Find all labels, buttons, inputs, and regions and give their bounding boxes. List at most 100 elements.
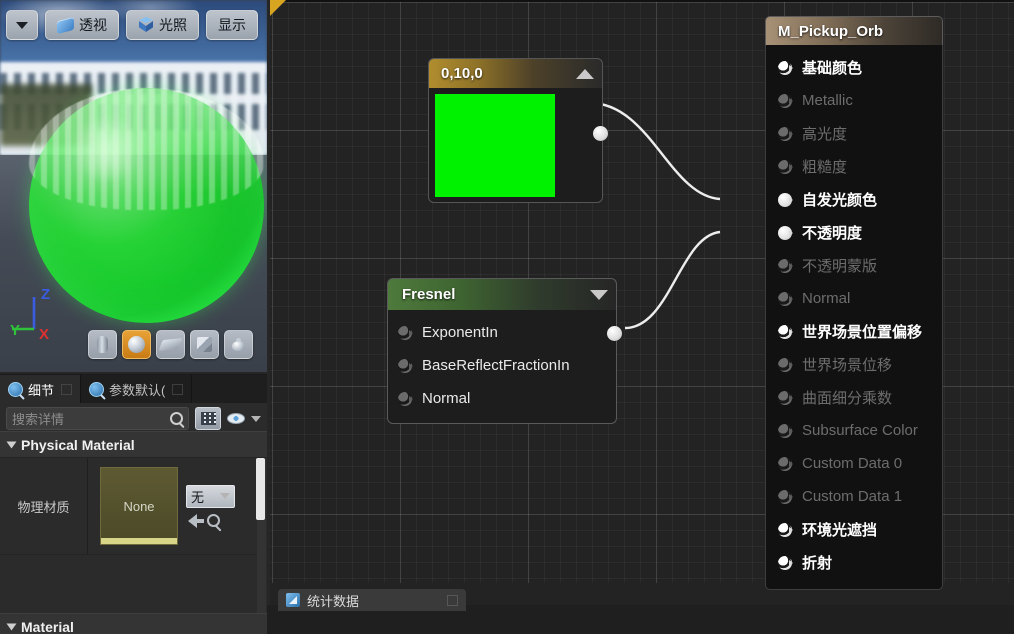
material-input-pin-label: Custom Data 1 bbox=[802, 488, 902, 505]
chevron-down-icon[interactable] bbox=[251, 416, 261, 422]
input-pin-icon[interactable] bbox=[778, 391, 793, 405]
details-search-row: 搜索详情 bbox=[0, 403, 267, 431]
input-pin-icon[interactable] bbox=[398, 326, 413, 340]
preview-shape-cylinder[interactable] bbox=[88, 330, 117, 359]
material-input-pin-row[interactable]: Custom Data 0 bbox=[766, 447, 942, 480]
input-pin-icon[interactable] bbox=[778, 61, 793, 75]
physical-material-thumbnail[interactable]: None bbox=[100, 467, 178, 545]
preview-shape-cube[interactable] bbox=[190, 330, 219, 359]
cube-icon bbox=[138, 17, 154, 33]
material-input-pin-row[interactable]: 基础颜色 bbox=[766, 51, 942, 84]
material-input-pin-row[interactable]: Custom Data 1 bbox=[766, 480, 942, 513]
material-input-pin-row[interactable]: 曲面细分乘数 bbox=[766, 381, 942, 414]
left-column: 透视 光照 显示 Z Y X bbox=[0, 0, 270, 605]
material-input-pin-label: 不透明蒙版 bbox=[802, 255, 877, 276]
statistics-tab[interactable]: 统计数据 bbox=[278, 589, 466, 611]
lighting-label: 光照 bbox=[159, 15, 187, 35]
details-view-options-button[interactable] bbox=[195, 407, 221, 430]
material-input-pin-row[interactable]: 自发光颜色 bbox=[766, 183, 942, 216]
fresnel-input-basereflectfractionin[interactable]: BaseReflectFractionIn bbox=[388, 349, 616, 382]
material-preview-viewport[interactable]: 透视 光照 显示 Z Y X bbox=[0, 0, 267, 372]
perspective-button[interactable]: 透视 bbox=[45, 10, 119, 40]
node-constant-output-pin[interactable] bbox=[593, 126, 608, 141]
input-pin-icon[interactable] bbox=[778, 325, 793, 339]
viewport-toolbar: 透视 光照 显示 bbox=[6, 10, 258, 40]
show-button[interactable]: 显示 bbox=[206, 10, 258, 40]
input-pin-icon[interactable] bbox=[778, 556, 793, 570]
input-pin-icon[interactable] bbox=[778, 160, 793, 174]
input-pin-icon[interactable] bbox=[778, 358, 793, 372]
node-fresnel-header[interactable]: Fresnel bbox=[387, 278, 617, 310]
input-pin-icon[interactable] bbox=[778, 226, 793, 240]
material-input-pin-row[interactable]: 世界场景位置偏移 bbox=[766, 315, 942, 348]
material-input-pin-row[interactable]: Metallic bbox=[766, 84, 942, 117]
node-material-pin-list: 基础颜色Metallic高光度粗糙度自发光颜色不透明度不透明蒙版Normal世界… bbox=[765, 45, 943, 590]
fresnel-input-exponentin[interactable]: ExponentIn bbox=[388, 316, 616, 349]
material-input-pin-row[interactable]: 高光度 bbox=[766, 117, 942, 150]
input-pin-icon[interactable] bbox=[778, 193, 793, 207]
browse-asset-icon[interactable] bbox=[207, 514, 220, 527]
physical-material-asset-actions bbox=[186, 514, 235, 528]
material-input-pin-row[interactable]: Subsurface Color bbox=[766, 414, 942, 447]
material-input-pin-row[interactable]: 粗糙度 bbox=[766, 150, 942, 183]
sphere-icon bbox=[128, 336, 145, 353]
physical-material-controls: 无 bbox=[186, 485, 235, 528]
material-input-pin-label: Custom Data 0 bbox=[802, 455, 902, 472]
close-icon[interactable] bbox=[172, 384, 183, 395]
chevron-down-icon[interactable] bbox=[590, 290, 608, 300]
tab-details-label: 细节 bbox=[28, 380, 54, 399]
input-pin-icon[interactable] bbox=[398, 359, 413, 373]
preview-shape-sphere[interactable] bbox=[122, 330, 151, 359]
input-pin-icon[interactable] bbox=[778, 424, 793, 438]
perspective-icon bbox=[57, 16, 74, 33]
search-icon bbox=[170, 412, 183, 425]
node-fresnel[interactable]: Fresnel ExponentIn BaseReflectFractionIn… bbox=[387, 278, 617, 424]
material-input-pin-row[interactable]: 折射 bbox=[766, 546, 942, 579]
close-icon[interactable] bbox=[61, 384, 72, 395]
viewport-options-dropdown[interactable] bbox=[6, 10, 38, 40]
details-scrollbar-track[interactable] bbox=[257, 458, 266, 634]
physical-material-dropdown[interactable]: 无 bbox=[186, 485, 235, 508]
input-pin-icon[interactable] bbox=[778, 259, 793, 273]
section-physical-material[interactable]: Physical Material bbox=[0, 431, 267, 458]
material-editor-window: 透视 光照 显示 Z Y X bbox=[0, 0, 1014, 605]
preview-shape-teapot[interactable] bbox=[224, 330, 253, 359]
svg-text:Y: Y bbox=[10, 322, 20, 339]
close-icon[interactable] bbox=[447, 595, 458, 606]
use-selected-asset-icon[interactable] bbox=[188, 514, 197, 528]
grid-icon bbox=[201, 412, 216, 425]
input-pin-icon[interactable] bbox=[778, 523, 793, 537]
node-fresnel-body: ExponentIn BaseReflectFractionIn Normal bbox=[387, 310, 617, 424]
material-input-pin-row[interactable]: 不透明蒙版 bbox=[766, 249, 942, 282]
input-pin-icon[interactable] bbox=[778, 127, 793, 141]
input-pin-icon[interactable] bbox=[778, 457, 793, 471]
input-pin-icon[interactable] bbox=[398, 392, 413, 406]
lighting-button[interactable]: 光照 bbox=[126, 10, 199, 40]
node-material-title: M_Pickup_Orb bbox=[778, 23, 883, 40]
node-fresnel-output-pin[interactable] bbox=[607, 326, 622, 341]
node-constant-color[interactable]: 0,10,0 bbox=[428, 58, 603, 203]
node-material-header[interactable]: M_Pickup_Orb bbox=[765, 16, 943, 45]
input-pin-icon[interactable] bbox=[778, 94, 793, 108]
fresnel-input-normal[interactable]: Normal bbox=[388, 382, 616, 415]
material-input-pin-label: 基础颜色 bbox=[802, 57, 862, 78]
material-input-pin-row[interactable]: 世界场景位移 bbox=[766, 348, 942, 381]
preview-shape-plane[interactable] bbox=[156, 330, 185, 359]
node-constant-header[interactable]: 0,10,0 bbox=[428, 58, 603, 88]
material-input-pin-row[interactable]: 不透明度 bbox=[766, 216, 942, 249]
search-input[interactable]: 搜索详情 bbox=[6, 407, 189, 430]
tab-details[interactable]: 细节 bbox=[0, 375, 81, 403]
material-input-pin-label: 折射 bbox=[802, 552, 832, 573]
details-scrollbar-thumb[interactable] bbox=[256, 458, 265, 520]
tab-parameter-defaults[interactable]: 参数默认( bbox=[81, 375, 192, 403]
material-input-pin-row[interactable]: Normal bbox=[766, 282, 942, 315]
material-graph-editor[interactable]: 0,10,0 Fresnel ExponentIn Bas bbox=[270, 0, 1014, 605]
color-swatch[interactable] bbox=[435, 94, 555, 197]
section-material[interactable]: Material bbox=[0, 613, 267, 634]
input-pin-icon[interactable] bbox=[778, 490, 793, 504]
input-pin-icon[interactable] bbox=[778, 292, 793, 306]
node-material-output[interactable]: M_Pickup_Orb 基础颜色 Metallic高光度粗糙度自发光颜色不透明度… bbox=[765, 16, 943, 590]
material-input-pin-row[interactable]: 环境光遮挡 bbox=[766, 513, 942, 546]
chevron-up-icon[interactable] bbox=[576, 69, 594, 79]
eye-icon[interactable] bbox=[227, 413, 245, 424]
